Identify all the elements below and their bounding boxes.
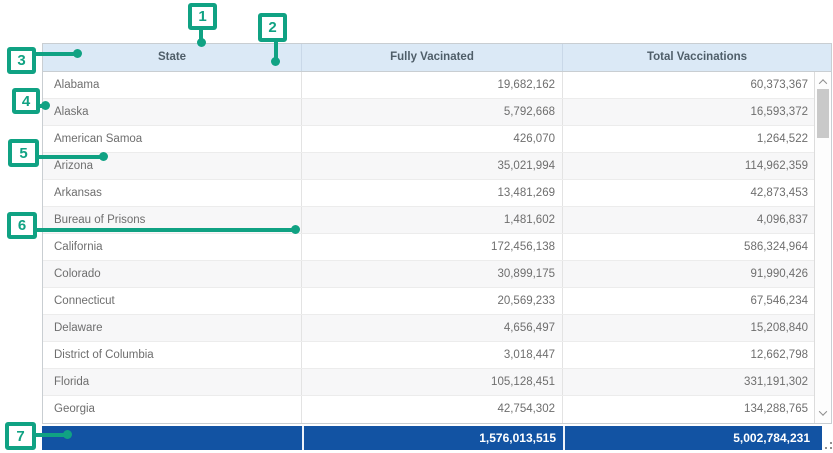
cell-fully-vaccinated[interactable]: 4,656,497 (301, 315, 562, 341)
cell-total-vaccinations[interactable]: 42,873,453 (562, 180, 814, 206)
cell-fully-vaccinated[interactable]: 105,128,451 (301, 369, 562, 395)
cell-fully-vaccinated[interactable]: 5,792,668 (301, 99, 562, 125)
cell-fully-vaccinated[interactable]: 426,070 (301, 126, 562, 152)
cell-state[interactable]: Alaska (43, 99, 301, 125)
cell-state[interactable]: District of Columbia (43, 342, 301, 368)
callout-badge-2: 2 (258, 13, 287, 42)
table-row[interactable]: California 172,456,138 586,324,964 (43, 234, 831, 261)
table-row[interactable]: Florida 105,128,451 331,191,302 (43, 369, 831, 396)
table-row[interactable]: Alabama 19,682,162 60,373,367 (43, 72, 831, 99)
annotated-screenshot: State Fully Vacinated Total Vaccinations… (0, 0, 833, 453)
table-total-row: 1,576,013,515 5,002,784,231 (42, 426, 822, 450)
callout-badge-1: 1 (188, 3, 217, 30)
callout-dot-4 (41, 101, 50, 110)
cell-state[interactable]: California (43, 234, 301, 260)
cell-total-vaccinations[interactable]: 4,096,837 (562, 207, 814, 233)
cell-state[interactable]: Delaware (43, 315, 301, 341)
cell-state[interactable]: Colorado (43, 261, 301, 287)
callout-line-5 (39, 155, 105, 159)
table-row[interactable]: District of Columbia 3,018,447 12,662,79… (43, 342, 831, 369)
cell-total-vaccinations[interactable]: 67,546,234 (562, 288, 814, 314)
cell-total-vaccinations[interactable]: 1,264,522 (562, 126, 814, 152)
cell-total-vaccinations[interactable]: 134,288,765 (562, 396, 814, 423)
callout-line-6 (37, 228, 297, 232)
callout-badge-6: 6 (7, 212, 37, 239)
cell-state[interactable]: American Samoa (43, 126, 301, 152)
cell-fully-vaccinated[interactable]: 20,569,233 (301, 288, 562, 314)
data-table: State Fully Vacinated Total Vaccinations… (42, 43, 832, 424)
table-row[interactable]: Colorado 30,899,175 91,990,426 (43, 261, 831, 288)
cell-total-vaccinations[interactable]: 114,962,359 (562, 153, 814, 179)
total-cell-state (42, 426, 302, 450)
cell-fully-vaccinated[interactable]: 30,899,175 (301, 261, 562, 287)
column-header-state[interactable]: State (43, 44, 301, 71)
cell-state[interactable]: Arkansas (43, 180, 301, 206)
callout-dot-1 (197, 38, 206, 47)
table-row[interactable]: Alaska 5,792,668 16,593,372 (43, 99, 831, 126)
table-header-row: State Fully Vacinated Total Vaccinations (43, 44, 831, 72)
callout-dot-3 (73, 49, 82, 58)
table-body: Alabama 19,682,162 60,373,367 Alaska 5,7… (43, 72, 831, 423)
table-row[interactable]: Connecticut 20,569,233 67,546,234 (43, 288, 831, 315)
callout-dot-6 (291, 225, 300, 234)
column-header-total-vaccinations[interactable]: Total Vaccinations (562, 44, 831, 71)
resize-grip-icon[interactable] (825, 442, 833, 450)
cell-total-vaccinations[interactable]: 16,593,372 (562, 99, 814, 125)
scrollbar-thumb[interactable] (817, 89, 829, 138)
cell-fully-vaccinated[interactable]: 42,754,302 (301, 396, 562, 423)
cell-total-vaccinations[interactable]: 586,324,964 (562, 234, 814, 260)
table-row[interactable]: Georgia 42,754,302 134,288,765 (43, 396, 831, 423)
callout-badge-5: 5 (8, 139, 39, 167)
vertical-scrollbar[interactable] (814, 72, 831, 423)
table-row[interactable]: Arizona 35,021,994 114,962,359 (43, 153, 831, 180)
callout-dot-2 (271, 57, 280, 66)
cell-total-vaccinations[interactable]: 91,990,426 (562, 261, 814, 287)
callout-badge-3: 3 (7, 47, 36, 74)
cell-fully-vaccinated[interactable]: 3,018,447 (301, 342, 562, 368)
callout-badge-4: 4 (12, 88, 40, 114)
cell-fully-vaccinated[interactable]: 13,481,269 (301, 180, 562, 206)
cell-state[interactable]: Georgia (43, 396, 301, 423)
cell-total-vaccinations[interactable]: 15,208,840 (562, 315, 814, 341)
cell-fully-vaccinated[interactable]: 35,021,994 (301, 153, 562, 179)
cell-state[interactable]: Florida (43, 369, 301, 395)
chevron-up-icon[interactable] (818, 77, 828, 87)
callout-line-3 (36, 52, 77, 56)
cell-fully-vaccinated[interactable]: 1,481,602 (301, 207, 562, 233)
cell-total-vaccinations[interactable]: 331,191,302 (562, 369, 814, 395)
cell-fully-vaccinated[interactable]: 172,456,138 (301, 234, 562, 260)
total-cell-fully-vaccinated: 1,576,013,515 (304, 426, 563, 450)
cell-fully-vaccinated[interactable]: 19,682,162 (301, 72, 562, 98)
chevron-down-icon[interactable] (818, 408, 828, 418)
total-cell-total-vaccinations: 5,002,784,231 (565, 426, 822, 450)
table-row[interactable]: American Samoa 426,070 1,264,522 (43, 126, 831, 153)
cell-total-vaccinations[interactable]: 60,373,367 (562, 72, 814, 98)
cell-state[interactable]: Alabama (43, 72, 301, 98)
callout-dot-5 (99, 152, 108, 161)
table-row[interactable]: Delaware 4,656,497 15,208,840 (43, 315, 831, 342)
table-row[interactable]: Arkansas 13,481,269 42,873,453 (43, 180, 831, 207)
cell-state[interactable]: Connecticut (43, 288, 301, 314)
cell-total-vaccinations[interactable]: 12,662,798 (562, 342, 814, 368)
column-header-fully-vaccinated[interactable]: Fully Vacinated (301, 44, 562, 71)
callout-badge-7: 7 (5, 422, 36, 450)
callout-dot-7 (63, 430, 72, 439)
